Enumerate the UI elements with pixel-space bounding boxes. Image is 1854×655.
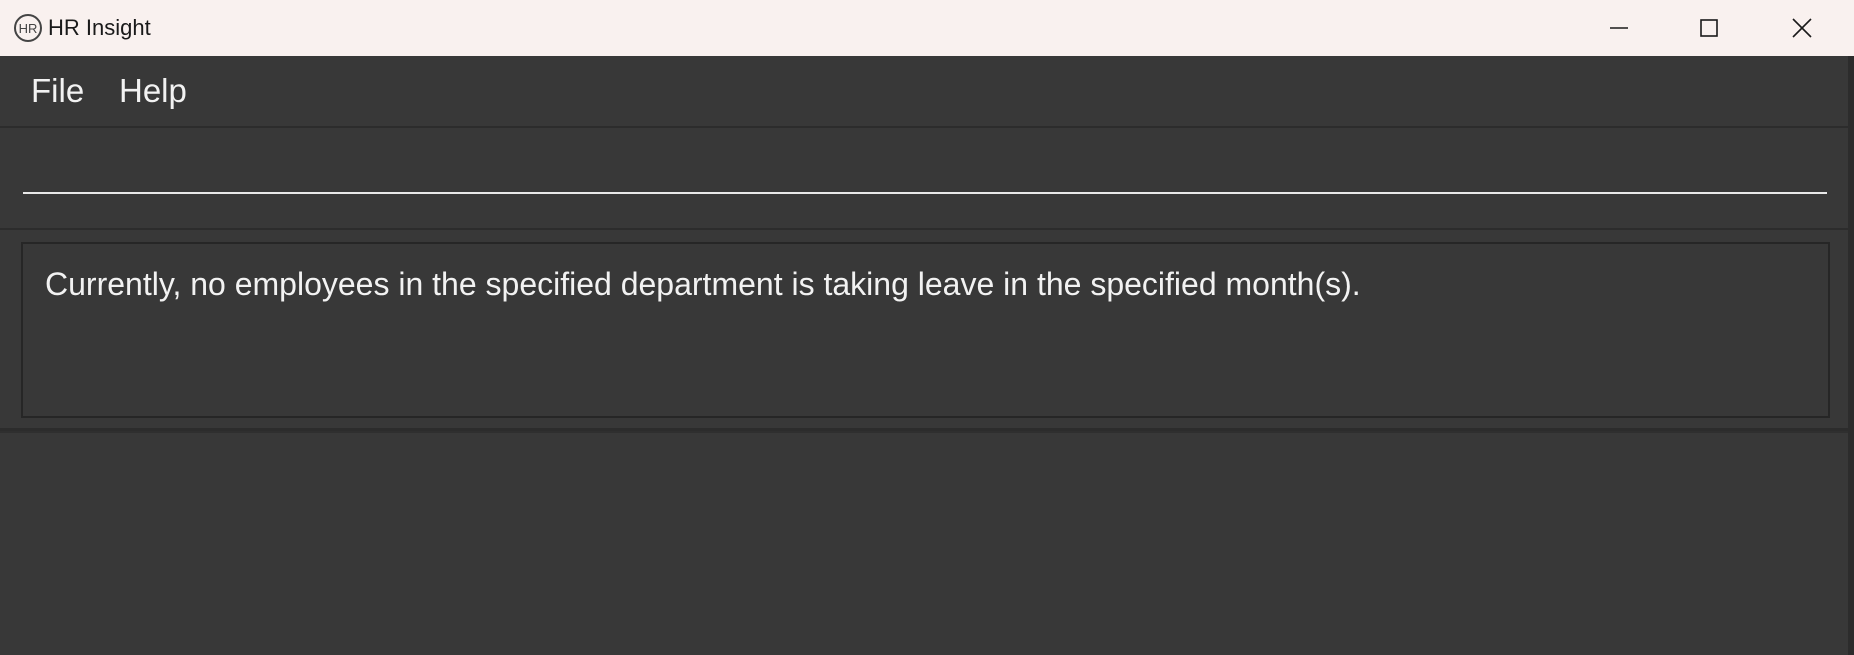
employee-list-panel [0,431,1848,655]
maximize-button[interactable] [1664,0,1754,56]
svg-text:HR: HR [19,21,38,36]
result-display-container: Currently, no employees in the specified… [0,230,1848,431]
menu-bar: File Help [0,56,1848,128]
minimize-icon [1610,27,1628,29]
title-bar: HR HR Insight [0,0,1854,56]
window-title: HR Insight [48,15,151,40]
close-icon [1792,18,1812,38]
menu-file[interactable]: File [31,71,84,111]
result-message: Currently, no employees in the specified… [45,266,1361,302]
command-box-container [0,128,1848,230]
close-button[interactable] [1757,0,1847,56]
app-window: HR HR Insight File Help Currently, no em… [0,0,1854,655]
menu-help[interactable]: Help [119,71,187,111]
maximize-icon [1700,19,1718,37]
window-border [1848,56,1854,655]
result-display: Currently, no employees in the specified… [21,242,1830,418]
hr-logo-icon: HR [13,13,43,43]
minimize-button[interactable] [1574,0,1664,56]
command-input[interactable] [23,148,1827,194]
